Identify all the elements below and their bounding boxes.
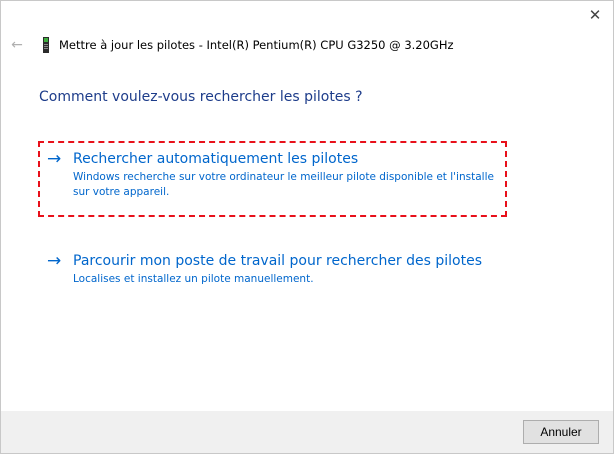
back-arrow-icon[interactable]: ← [7,35,27,55]
option-description: Windows recherche sur votre ordinateur l… [73,171,494,198]
dialog-footer: Annuler [1,411,613,453]
right-arrow-icon: → [47,149,62,169]
close-icon[interactable]: ✕ [585,5,605,25]
option-title[interactable]: Rechercher automatiquement les pilotes [73,149,503,169]
update-driver-dialog: ✕ ← Mettre à jour les pilotes - Intel(R)… [0,0,614,454]
option-description: Localises et installez un pilote manuell… [73,273,314,285]
option-title[interactable]: Parcourir mon poste de travail pour rech… [73,251,503,271]
device-icon [43,37,49,53]
dialog-title-text: Mettre à jour les pilotes - Intel(R) Pen… [59,38,454,52]
right-arrow-icon: → [47,251,62,271]
cancel-button[interactable]: Annuler [523,420,599,444]
search-automatically-option[interactable]: → Rechercher automatiquement les pilotes… [47,149,503,200]
dialog-title: Mettre à jour les pilotes - Intel(R) Pen… [39,37,454,53]
browse-computer-option[interactable]: → Parcourir mon poste de travail pour re… [47,251,503,287]
page-heading: Comment voulez-vous rechercher les pilot… [39,89,363,105]
